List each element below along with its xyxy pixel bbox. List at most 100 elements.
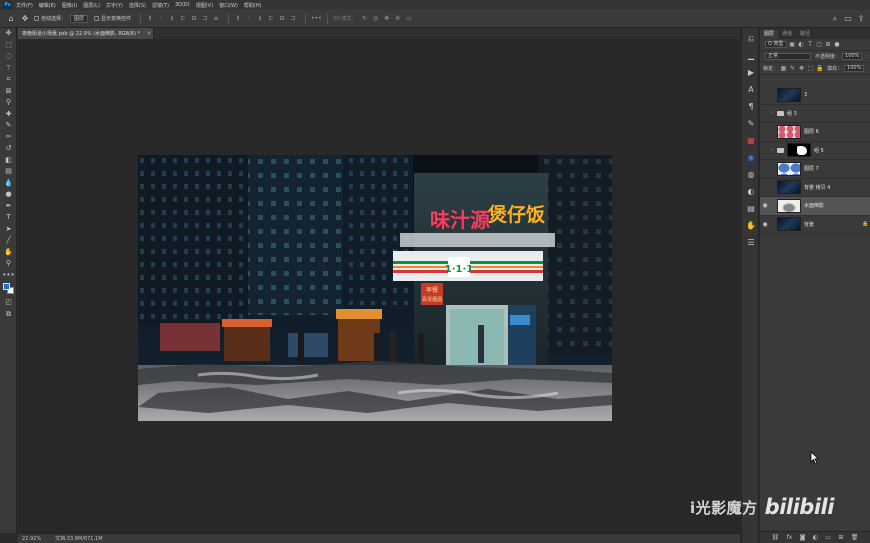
adjustments-panel-icon[interactable]: ◐ [742, 185, 760, 198]
layer-row[interactable]: › 组 3 [760, 105, 870, 123]
fill-input[interactable]: 100% [844, 65, 865, 72]
tab-channels[interactable]: 通道 [778, 30, 796, 39]
menu-filter[interactable]: 滤镜(T) [152, 2, 169, 9]
layer-thumbnail[interactable] [777, 217, 801, 232]
layer-row[interactable]: 3 [760, 86, 870, 105]
eraser-tool-icon[interactable]: ◧ [0, 155, 17, 167]
distribute-bottom-icon[interactable]: ⫫ [256, 15, 264, 22]
character-panel-icon[interactable]: A [742, 83, 760, 96]
workspace-icon[interactable]: ▭ [843, 14, 853, 24]
align-bottom-icon[interactable]: ⫫ [168, 15, 176, 22]
layer-row[interactable]: 背景 拷贝 4 [760, 179, 870, 197]
hand-tool-icon[interactable]: ✋ [0, 247, 17, 259]
type-tool-icon[interactable]: T [0, 212, 17, 224]
move-tool-icon[interactable]: ✥ [20, 14, 30, 24]
drag-3d-icon[interactable]: ✥ [383, 15, 391, 22]
screen-mode-icon[interactable]: ⧉ [0, 309, 17, 321]
hand-panel-icon[interactable]: ✋ [742, 219, 760, 232]
foreground-color-swatch[interactable] [3, 283, 10, 290]
history-brush-tool-icon[interactable]: ↺ [0, 143, 17, 155]
distribute-left-icon[interactable]: ⊏ [267, 15, 275, 22]
opacity-input[interactable]: 100% [842, 53, 863, 60]
visibility-eye-icon[interactable]: ◉ [760, 221, 770, 228]
brush-tool-icon[interactable]: ✎ [0, 120, 17, 132]
search-icon[interactable]: ⌕ [830, 14, 840, 24]
menu-view[interactable]: 视图(V) [196, 2, 213, 9]
align-left-icon[interactable]: ⊏ [179, 15, 187, 22]
add-mask-icon[interactable]: ◙ [800, 534, 806, 541]
dodge-tool-icon[interactable]: ● [0, 189, 17, 201]
show-transform-checkbox[interactable] [94, 16, 100, 21]
menu-select[interactable]: 选择(S) [129, 2, 146, 9]
more-tools-icon[interactable]: ••• [0, 270, 17, 282]
auto-select-checkbox[interactable] [34, 16, 39, 21]
lasso-tool-icon[interactable]: ◌ [0, 51, 17, 63]
expand-group-icon[interactable]: › [770, 110, 775, 116]
quick-mask-icon[interactable]: ◰ [0, 297, 17, 309]
layer-name[interactable]: 组 5 [814, 147, 861, 154]
layer-thumbnail[interactable] [777, 180, 801, 195]
document-size-readout[interactable]: 文档:33.8M/671.1M [55, 535, 102, 542]
layer-name[interactable]: 组 3 [787, 110, 861, 117]
swatches-panel-icon[interactable]: ▦ [742, 134, 760, 147]
marquee-tool-icon[interactable]: ⬚ [0, 40, 17, 52]
layer-mask-thumbnail[interactable] [787, 143, 811, 158]
expand-group-icon[interactable]: › [770, 147, 775, 153]
move-tool-icon[interactable]: ✥ [0, 28, 17, 40]
color-panel-icon[interactable]: ◉ [742, 151, 760, 164]
layer-row[interactable]: 图层 6 [760, 123, 870, 142]
line-tool-icon[interactable]: ╱ [0, 235, 17, 247]
more-options-icon[interactable]: ••• [311, 15, 322, 22]
sliders-panel-icon[interactable]: ☰ [742, 236, 760, 249]
3d-panel-icon[interactable]: ◍ [742, 168, 760, 181]
color-swatches[interactable] [0, 281, 17, 297]
brush-settings-icon[interactable]: ✎ [742, 117, 760, 130]
blend-mode-dropdown[interactable]: 正常 [765, 53, 811, 60]
close-tab-icon[interactable]: × [145, 30, 153, 37]
align-top-icon[interactable]: ⫪ [146, 15, 154, 22]
document-tab[interactable]: 夜晚街道小场景.psb @ 22.9% (水面倒影, RGB/8) * × [18, 28, 154, 39]
adjustment-layer-icon[interactable]: ◐ [813, 534, 818, 541]
layer-thumbnail[interactable] [777, 161, 801, 176]
visibility-eye-icon[interactable]: ◉ [760, 202, 770, 209]
histogram-panel-icon[interactable]: ▁ [742, 49, 760, 62]
tab-layers[interactable]: 图层 [760, 30, 779, 39]
menu-edit[interactable]: 编辑(E) [39, 2, 56, 9]
canvas-area[interactable]: 1·1·1 味汁源 煲仔饭 早餐 百货烟酒 [18, 39, 740, 533]
scale-3d-icon[interactable]: ▭ [405, 15, 413, 22]
menu-help[interactable]: 帮助(H) [244, 2, 262, 9]
frame-tool-icon[interactable]: ⊠ [0, 86, 17, 98]
layer-style-icon[interactable]: fx [787, 534, 793, 541]
menu-type[interactable]: 文字(Y) [106, 2, 123, 9]
lock-move-icon[interactable]: ✥ [798, 65, 805, 72]
filter-type-icon[interactable]: T [807, 41, 814, 48]
delete-layer-icon[interactable]: 🗑 [851, 534, 859, 541]
gradient-tool-icon[interactable]: ▤ [0, 166, 17, 178]
layer-filter-dropdown[interactable]: Q 类型 [765, 41, 787, 48]
blur-tool-icon[interactable]: 💧 [0, 178, 17, 190]
distribute-hcenter-icon[interactable]: ⊟ [278, 15, 286, 22]
menu-window[interactable]: 窗口(W) [219, 2, 238, 9]
layer-row[interactable]: ◉ 水面倒影 [760, 197, 870, 216]
crop-tool-icon[interactable]: ⌗ [0, 74, 17, 86]
layer-thumbnail[interactable] [777, 87, 801, 102]
filter-pixel-icon[interactable]: ▣ [789, 41, 796, 48]
layer-row[interactable]: › 组 5 [760, 142, 870, 160]
align-vcenter-icon[interactable]: ⫶ [157, 15, 165, 22]
clone-stamp-tool-icon[interactable]: ⚰ [0, 132, 17, 144]
new-layer-icon[interactable]: ⊞ [838, 534, 843, 541]
slide-3d-icon[interactable]: ✣ [394, 15, 402, 22]
pen-tool-icon[interactable]: ✒ [0, 201, 17, 213]
auto-select-dropdown[interactable]: 图层 [70, 14, 89, 23]
roll-3d-icon[interactable]: ◎ [372, 15, 380, 22]
filter-toggle-icon[interactable]: ● [834, 41, 841, 48]
layer-name[interactable]: 水面倒影 [804, 202, 861, 209]
lock-artboard-icon[interactable]: ⬚ [807, 65, 814, 72]
document-image[interactable]: 1·1·1 味汁源 煲仔饭 早餐 百货烟酒 [138, 155, 612, 421]
layer-name[interactable]: 背景 [804, 221, 861, 228]
layer-row[interactable]: 图层 7 [760, 160, 870, 179]
lock-paint-icon[interactable]: ✎ [789, 65, 796, 72]
layer-name[interactable]: 背景 拷贝 4 [804, 184, 861, 191]
magic-wand-tool-icon[interactable]: ⚚ [0, 63, 17, 75]
layer-thumbnail[interactable] [777, 198, 801, 213]
